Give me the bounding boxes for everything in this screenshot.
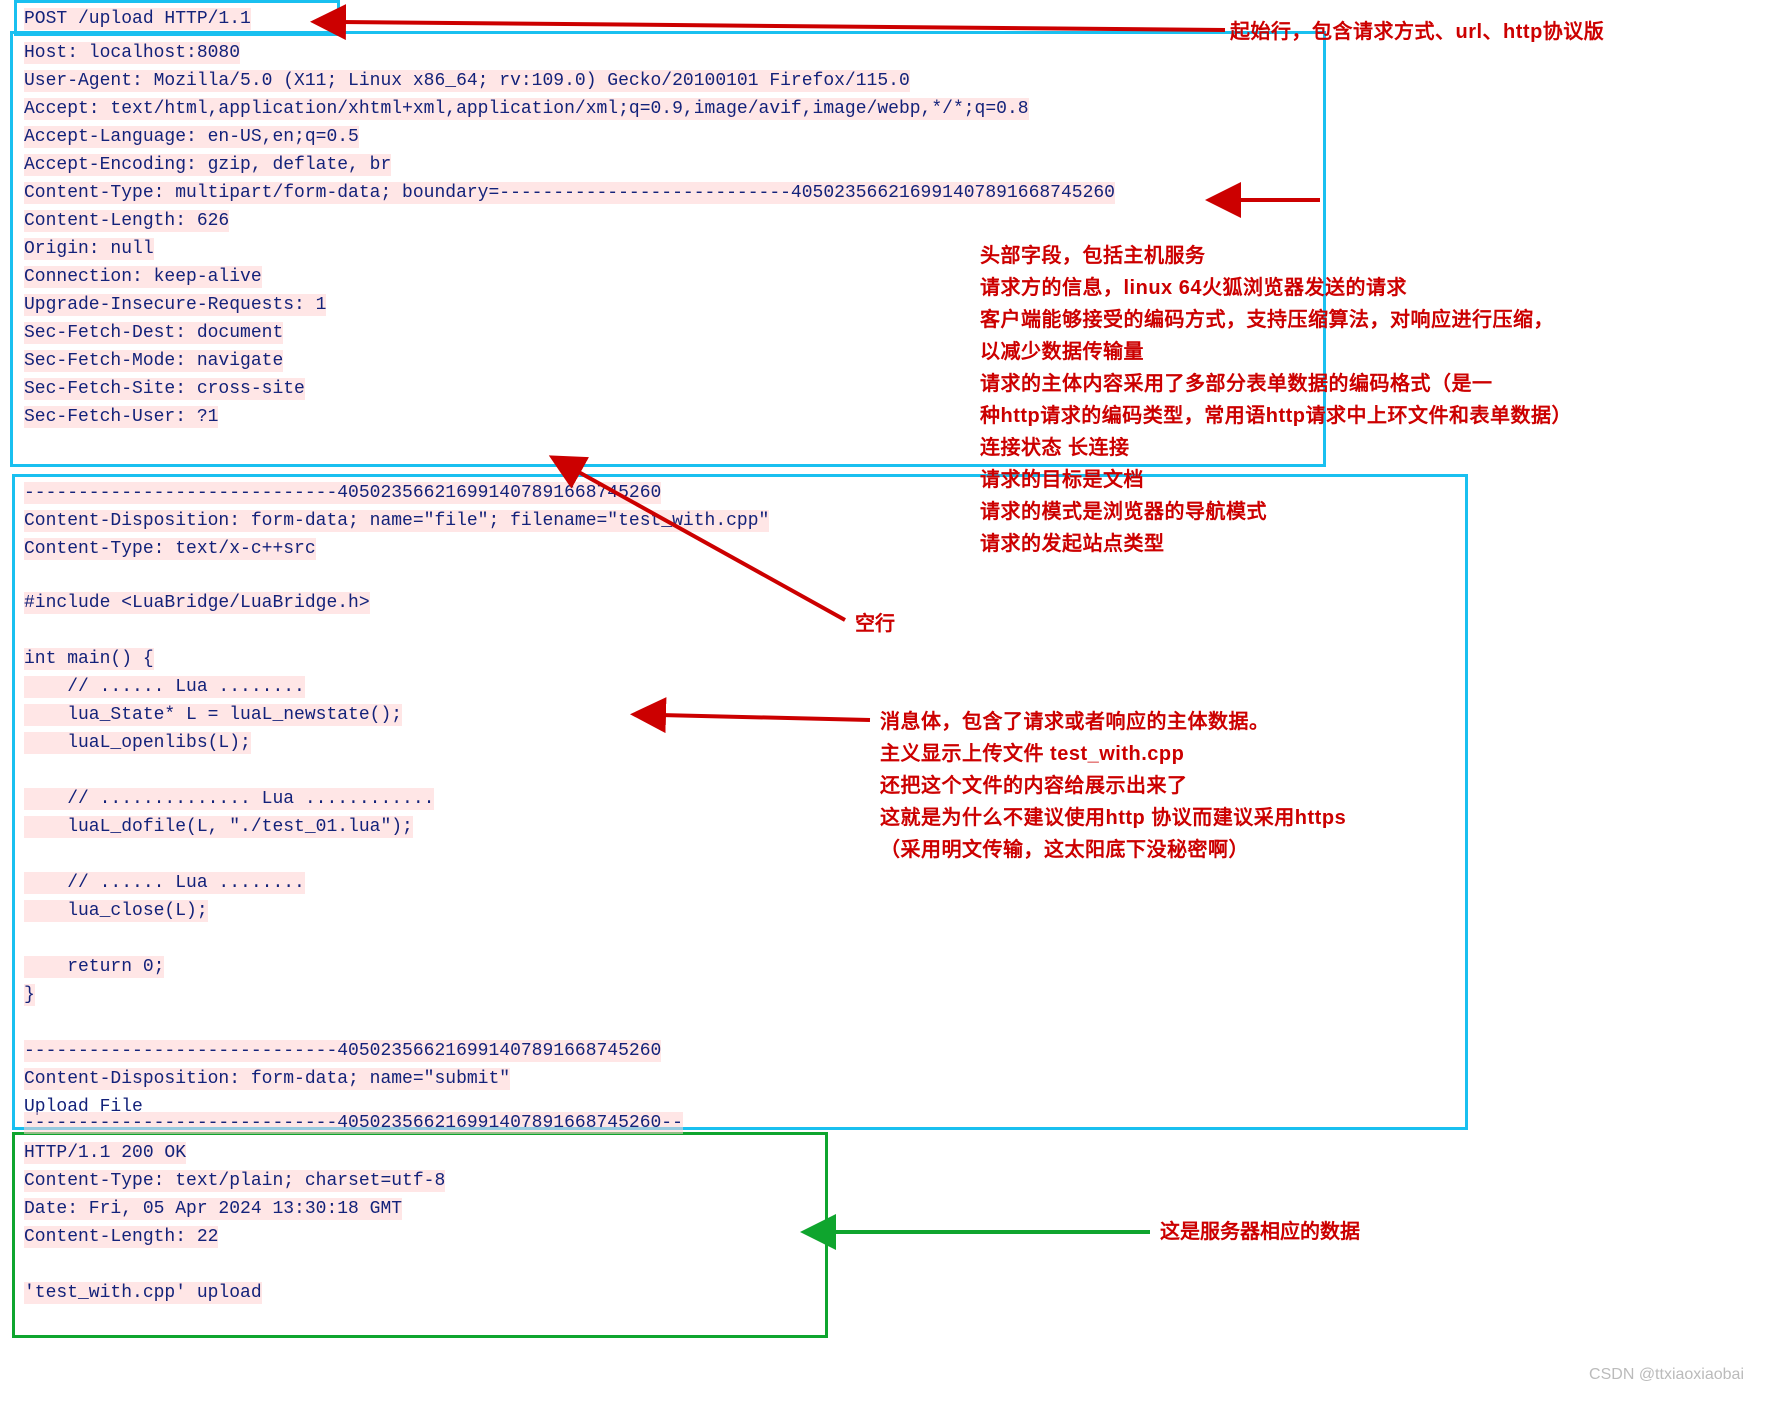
hdr-content-type: Content-Type: multipart/form-data; bound… <box>24 180 1115 207</box>
note-response: 这是服务器相应的数据 <box>1160 1216 1360 1248</box>
hdr-sfu: Sec-Fetch-User: ?1 <box>24 404 218 431</box>
body-boundary1: -----------------------------40502356621… <box>24 480 661 507</box>
resp-msg: 'test_with.cpp' upload <box>24 1280 262 1307</box>
resp-cl: Content-Length: 22 <box>24 1224 218 1251</box>
body-ct-file: Content-Type: text/x-c++src <box>24 536 316 563</box>
hdr-sfd: Sec-Fetch-Dest: document <box>24 320 283 347</box>
body-c1: // ...... Lua ........ <box>24 674 305 701</box>
body-main-open: int main() { <box>24 646 154 673</box>
note-start-line: 起始行，包含请求方式、url、http协议版 <box>1230 16 1604 48</box>
diagram-root: POST /upload HTTP/1.1 Host: localhost:80… <box>0 0 1772 1403</box>
body-l1: lua_State* L = luaL_newstate(); <box>24 702 402 729</box>
http-start-line: POST /upload HTTP/1.1 <box>24 6 251 33</box>
hdr-host: Host: localhost:8080 <box>24 40 240 67</box>
watermark: CSDN @ttxiaoxiaobai <box>1589 1363 1744 1387</box>
body-cd-submit: Content-Disposition: form-data; name="su… <box>24 1066 510 1093</box>
hdr-accept-lang: Accept-Language: en-US,en;q=0.5 <box>24 124 359 151</box>
hdr-sfs: Sec-Fetch-Site: cross-site <box>24 376 305 403</box>
note-body: 消息体，包含了请求或者响应的主体数据。 主义显示上传文件 test_with.c… <box>880 706 1500 866</box>
hdr-sfm: Sec-Fetch-Mode: navigate <box>24 348 283 375</box>
body-c3: // ...... Lua ........ <box>24 870 305 897</box>
body-boundary3: -----------------------------40502356621… <box>24 1110 683 1137</box>
body-include: #include <LuaBridge/LuaBridge.h> <box>24 590 370 617</box>
resp-date: Date: Fri, 05 Apr 2024 13:30:18 GMT <box>24 1196 402 1223</box>
hdr-origin: Origin: null <box>24 236 154 263</box>
note-headers: 头部字段，包括主机服务 请求方的信息，linux 64火狐浏览器发送的请求 客户… <box>980 240 1770 560</box>
body-boundary2: -----------------------------40502356621… <box>24 1038 661 1065</box>
body-l4: lua_close(L); <box>24 898 208 925</box>
body-main-close: } <box>24 982 35 1009</box>
hdr-upgrade: Upgrade-Insecure-Requests: 1 <box>24 292 326 319</box>
hdr-accept-enc: Accept-Encoding: gzip, deflate, br <box>24 152 391 179</box>
hdr-content-length: Content-Length: 626 <box>24 208 229 235</box>
hdr-ua: User-Agent: Mozilla/5.0 (X11; Linux x86_… <box>24 68 910 95</box>
body-c2: // .............. Lua ............ <box>24 786 434 813</box>
hdr-accept: Accept: text/html,application/xhtml+xml,… <box>24 96 1029 123</box>
hdr-connection: Connection: keep-alive <box>24 264 262 291</box>
note-empty-line: 空行 <box>855 608 895 640</box>
body-cd-file: Content-Disposition: form-data; name="fi… <box>24 508 769 535</box>
body-l3: luaL_dofile(L, "./test_01.lua"); <box>24 814 413 841</box>
resp-status: HTTP/1.1 200 OK <box>24 1140 186 1167</box>
resp-ct: Content-Type: text/plain; charset=utf-8 <box>24 1168 445 1195</box>
body-ret: return 0; <box>24 954 164 981</box>
body-l2: luaL_openlibs(L); <box>24 730 251 757</box>
